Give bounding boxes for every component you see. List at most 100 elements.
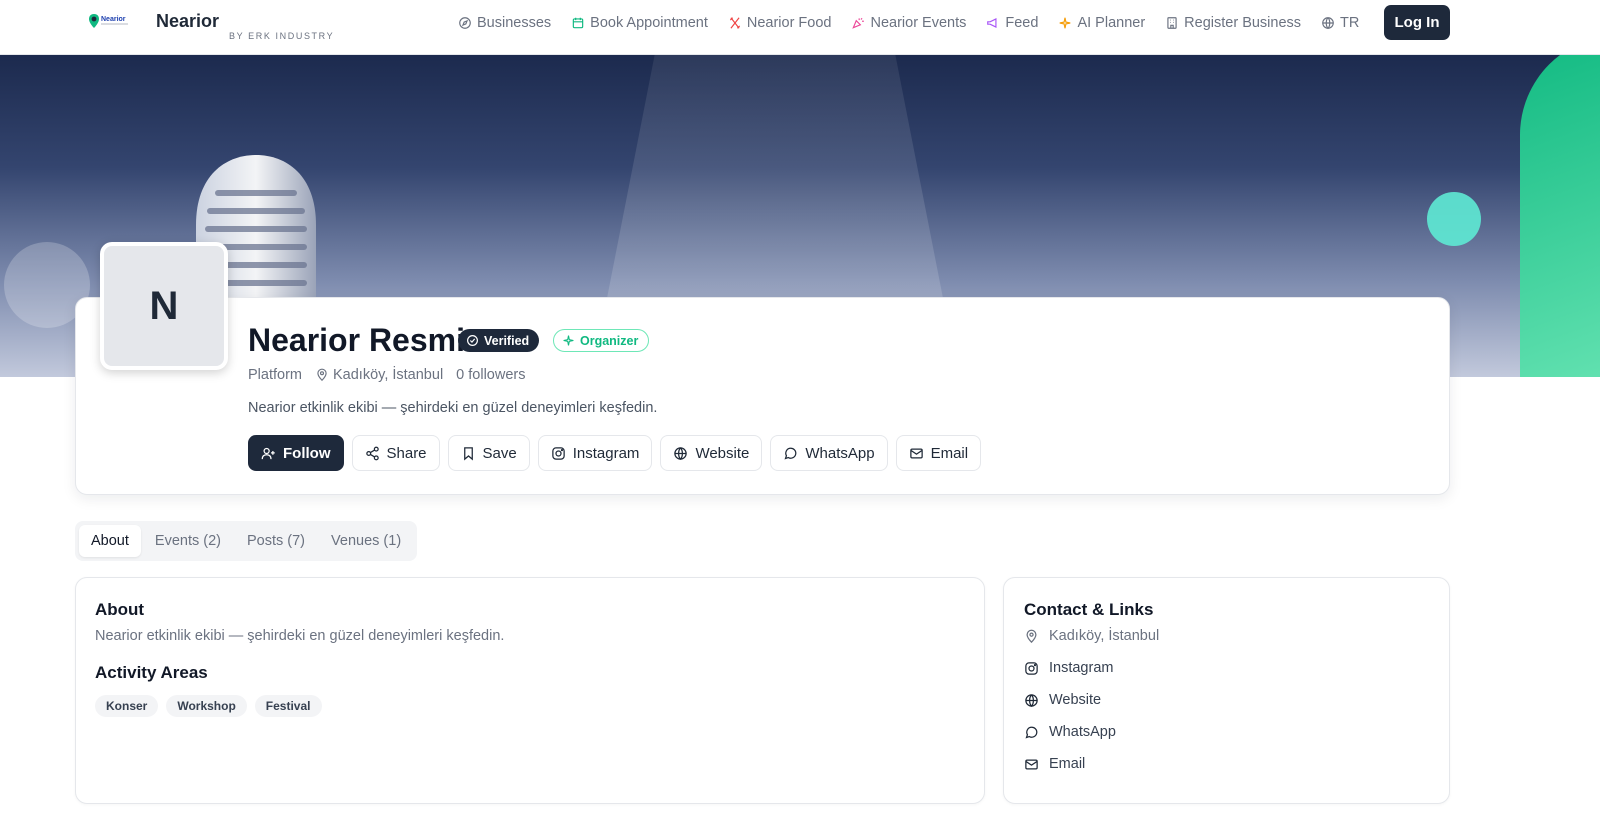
megaphone-icon (987, 17, 997, 28)
website-label: Website (695, 444, 750, 462)
whatsapp-button[interactable]: WhatsApp (770, 435, 888, 471)
followers-count[interactable]: 0 followers (456, 367, 525, 383)
globe-icon (674, 446, 688, 460)
language-switch[interactable]: TR (1321, 15, 1359, 31)
contact-list: Kadıköy, İstanbul Instagram Website What… (1024, 620, 1159, 780)
tab-posts[interactable]: Posts (7) (235, 525, 317, 557)
mail-icon (909, 448, 923, 458)
activity-areas: Konser Workshop Festival (95, 695, 322, 717)
party-popper-icon (852, 17, 865, 29)
tab-about[interactable]: About (79, 525, 141, 557)
contact-instagram-link[interactable]: Instagram (1024, 652, 1159, 684)
top-navigation: Nearior Nearior BY ERK INDUSTRY Business… (0, 0, 1600, 55)
instagram-button[interactable]: Instagram (537, 435, 653, 471)
profile-bio: Nearior etkinlik ekibi — şehirdeki en gü… (248, 400, 658, 416)
profile-meta: Platform Kadıköy, İstanbul 0 followers (248, 367, 525, 383)
nav-label: Nearior Food (746, 14, 832, 31)
profile-category: Platform (248, 367, 302, 383)
email-button[interactable]: Email (895, 435, 982, 471)
about-card: About Nearior etkinlik ekibi — şehirdeki… (75, 577, 985, 804)
share-button[interactable]: Share (351, 435, 440, 471)
profile-location: Kadıköy, İstanbul (315, 367, 443, 383)
website-button[interactable]: Website (660, 435, 763, 471)
contact-email-label: Email (1049, 756, 1086, 772)
share-icon (365, 446, 379, 460)
contact-location-text: Kadıköy, İstanbul (1049, 628, 1160, 644)
save-button[interactable]: Save (447, 435, 530, 471)
map-pin-icon (1026, 629, 1037, 643)
utensils-icon (729, 16, 740, 29)
nav-label: Register Business (1184, 14, 1302, 31)
follow-button[interactable]: Follow (248, 435, 344, 471)
profile-tabs: About Events (2) Posts (7) Venues (1) (75, 521, 418, 561)
nav-label: Book Appointment (590, 14, 708, 31)
activity-chip: Konser (95, 695, 159, 717)
teal-dot-decoration (1427, 192, 1481, 246)
mail-icon (1025, 759, 1038, 769)
share-label: Share (386, 444, 427, 462)
verified-badge: Verified (458, 329, 540, 352)
instagram-label: Instagram (572, 444, 640, 462)
nav-ai-planner[interactable]: AI Planner (1058, 15, 1145, 31)
globe-icon (1025, 693, 1038, 707)
calendar-icon (572, 17, 584, 28)
contact-location: Kadıköy, İstanbul (1024, 620, 1159, 652)
organizer-label: Organizer (580, 333, 639, 348)
sparkles-icon (563, 335, 574, 346)
nav-nearior-food[interactable]: Nearior Food (728, 14, 832, 31)
brand-name[interactable]: Nearior (156, 11, 219, 32)
contact-website-label: Website (1049, 692, 1102, 708)
contact-title: Contact & Links (1024, 600, 1154, 619)
avatar: N (100, 242, 228, 370)
tab-events[interactable]: Events (2) (143, 525, 233, 557)
building-icon (1167, 16, 1177, 29)
location-text: Kadıköy, İstanbul (333, 367, 444, 383)
nav-feed[interactable]: Feed (986, 15, 1038, 31)
activity-areas-title: Activity Areas (95, 663, 208, 682)
contact-instagram-label: Instagram (1049, 660, 1114, 676)
nav-nearior-events[interactable]: Nearior Events (851, 15, 966, 31)
profile-actions: Follow Share Save Instagram Website What… (248, 435, 982, 471)
compass-icon (459, 16, 471, 29)
profile-name: Nearior Resmi (248, 322, 465, 358)
save-label: Save (482, 444, 517, 462)
verified-label: Verified (484, 333, 530, 348)
contact-card: Contact & Links Kadıköy, İstanbul Instag… (1003, 577, 1450, 804)
nav-label: AI Planner (1077, 14, 1146, 31)
email-label: Email (930, 444, 969, 462)
login-button[interactable]: Log In (1384, 5, 1450, 40)
contact-whatsapp-label: WhatsApp (1049, 724, 1116, 740)
nav-book-appointment[interactable]: Book Appointment (571, 15, 708, 31)
nav-label: Nearior Events (870, 14, 967, 31)
nav-label: Feed (1005, 14, 1039, 31)
nav-label: Businesses (477, 14, 552, 31)
svg-text:Nearior: Nearior (101, 16, 126, 23)
whatsapp-label: WhatsApp (805, 444, 875, 462)
globe-icon (1322, 16, 1334, 29)
nav-businesses[interactable]: Businesses (458, 15, 551, 31)
green-accent-decoration (1520, 55, 1600, 377)
message-circle-icon (1025, 726, 1038, 738)
follow-label: Follow (283, 444, 331, 462)
instagram-icon (551, 446, 565, 460)
main-nav: Businesses Book Appointment Nearior Food… (458, 0, 1359, 45)
about-text: Nearior etkinlik ekibi — şehirdeki en gü… (95, 628, 505, 644)
contact-email-link[interactable]: Email (1024, 748, 1159, 780)
contact-whatsapp-link[interactable]: WhatsApp (1024, 716, 1159, 748)
map-pin-icon (317, 368, 327, 382)
activity-chip: Festival (254, 695, 322, 717)
instagram-icon (1025, 661, 1038, 675)
contact-website-link[interactable]: Website (1024, 684, 1159, 716)
bookmark-icon (463, 446, 473, 460)
about-title: About (95, 600, 145, 619)
tab-venues[interactable]: Venues (1) (319, 525, 413, 557)
nearior-logo-icon[interactable]: Nearior (88, 12, 132, 32)
brand-subtitle: BY ERK INDUSTRY (229, 31, 335, 41)
nav-label: TR (1340, 14, 1360, 31)
sparkles-icon (1060, 17, 1071, 28)
check-circle-icon (467, 335, 478, 346)
activity-chip: Workshop (166, 695, 247, 717)
organizer-badge: Organizer (553, 329, 650, 352)
nav-register-business[interactable]: Register Business (1165, 15, 1301, 31)
user-plus-icon (261, 447, 275, 459)
